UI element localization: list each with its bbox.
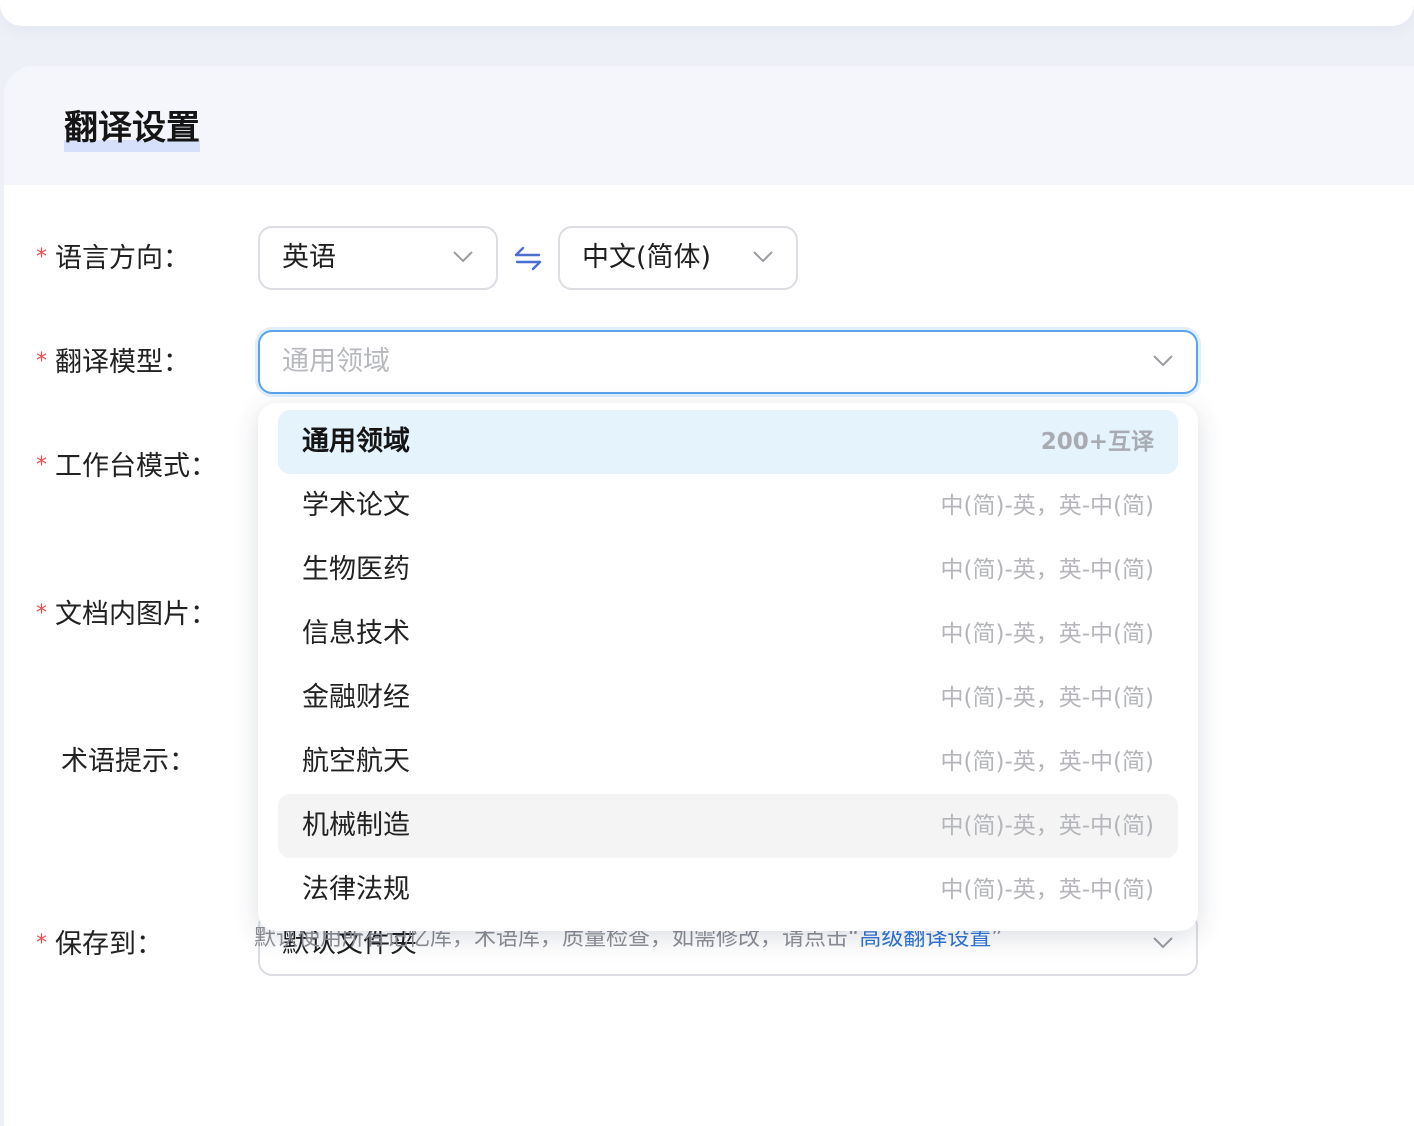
model-option-label: 机械制造 (302, 810, 410, 841)
model-option-desc: 中(简)-英，英-中(简) (940, 685, 1155, 711)
model-option-label: 金融财经 (302, 682, 410, 713)
model-option-desc: 中(简)-英，英-中(简) (940, 493, 1155, 519)
model-option[interactable]: 通用领域 200+互译 (278, 410, 1178, 474)
model-option[interactable]: 机械制造 中(简)-英，英-中(简) (278, 794, 1178, 858)
required-asterisk: * (36, 349, 47, 374)
model-option[interactable]: 航空航天 中(简)-英，英-中(简) (278, 730, 1178, 794)
model-option-desc: 中(简)-英，英-中(简) (940, 877, 1155, 903)
chevron-down-icon (1153, 937, 1173, 949)
target-language-select[interactable]: 中文(简体) (558, 226, 798, 290)
source-language-value: 英语 (282, 242, 336, 273)
model-option[interactable]: 学术论文 中(简)-英，英-中(简) (278, 474, 1178, 538)
translation-model-dropdown: 通用领域 200+互译 学术论文 中(简)-英，英-中(简) 生物医药 中(简)… (258, 403, 1198, 931)
model-option[interactable]: 生物医药 中(简)-英，英-中(简) (278, 538, 1178, 602)
model-option-desc: 中(简)-英，英-中(简) (940, 621, 1155, 647)
model-option-label: 信息技术 (302, 618, 410, 649)
model-option-label: 通用领域 (302, 426, 410, 457)
model-option-desc: 中(简)-英，英-中(简) (940, 813, 1155, 839)
top-card (0, 0, 1414, 26)
document-images-label: * 文档内图片： (36, 599, 217, 630)
target-language-value: 中文(简体) (582, 242, 712, 273)
term-hint-label: 术语提示： (61, 746, 196, 777)
model-option-label: 航空航天 (302, 746, 410, 777)
translation-model-select[interactable]: 通用领域 (258, 330, 1198, 394)
model-option-desc: 中(简)-英，英-中(简) (940, 749, 1155, 775)
required-asterisk: * (36, 931, 47, 956)
workbench-mode-label: * 工作台模式： (36, 451, 217, 482)
model-option[interactable]: 金融财经 中(简)-英，英-中(简) (278, 666, 1178, 730)
chevron-down-icon (453, 251, 473, 263)
chevron-down-icon (1153, 355, 1173, 367)
required-asterisk: * (36, 601, 47, 626)
model-option-desc: 中(简)-英，英-中(简) (940, 557, 1155, 583)
required-asterisk: * (36, 453, 47, 478)
model-option-label: 学术论文 (302, 490, 410, 521)
translation-model-label: * 翻译模型： (36, 347, 190, 378)
required-asterisk: * (36, 245, 47, 270)
model-option[interactable]: 法律法规 中(简)-英，英-中(简) (278, 858, 1178, 922)
model-option-desc: 200+互译 (1040, 429, 1154, 455)
translation-model-placeholder: 通用领域 (282, 346, 390, 377)
model-option-label: 生物医药 (302, 554, 410, 585)
save-to-label: * 保存到： (36, 929, 163, 960)
model-option[interactable]: 信息技术 中(简)-英，英-中(简) (278, 602, 1178, 666)
source-language-select[interactable]: 英语 (258, 226, 498, 290)
language-direction-label: * 语言方向： (36, 243, 190, 274)
section-title: 翻译设置 (64, 106, 200, 152)
model-option-label: 法律法规 (302, 874, 410, 905)
panel-header (4, 66, 1414, 185)
swap-arrows-icon[interactable] (513, 245, 543, 271)
chevron-down-icon (753, 251, 773, 263)
